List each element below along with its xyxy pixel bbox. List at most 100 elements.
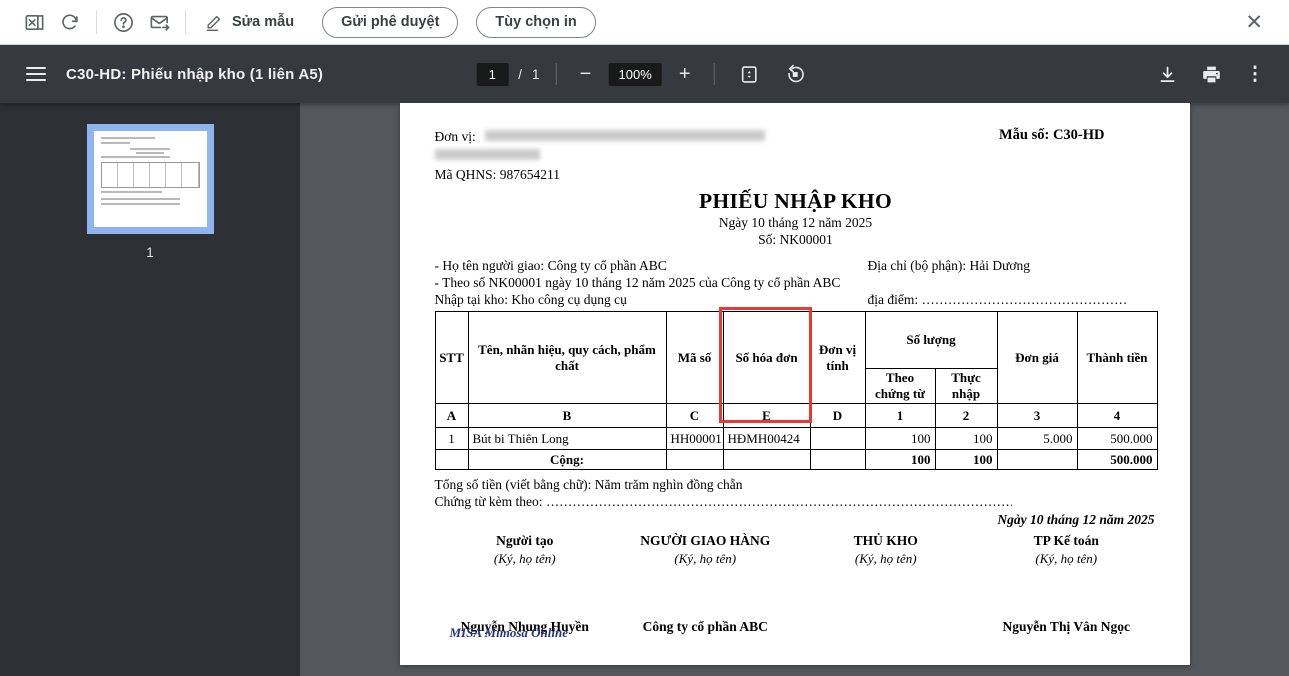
pdf-viewport: Đơn vị: Mẫu số: C30-HD Mã QHNS: 98765421… [300,103,1289,676]
col-header-name: Tên, nhãn hiệu, quy cách, phẩm chất [468,312,666,404]
help-icon [112,11,135,34]
toolbar-divider [714,63,715,85]
document-number: Số: NK00001 [435,232,1157,248]
col-header-stt: STT [435,312,468,404]
cell-stt: 1 [435,428,468,450]
printer-icon [1201,64,1222,85]
print-button[interactable] [1193,56,1229,92]
col-header-unit: Đơn vị tính [810,312,865,404]
page-thumbnail[interactable] [87,124,214,234]
cell-invoice-no: HĐMH00424 [723,428,810,450]
close-icon: ✕ [1245,11,1263,34]
cell-qty-doc: 100 [865,428,935,450]
col-header-amount: Thành tiền [1077,312,1157,404]
unit-label: Đơn vị: [435,129,476,144]
location-label: địa điểm: [868,291,919,308]
app-watermark: MISA Mimosa Online [450,625,569,641]
page-controls: / 1 − 100% + [476,56,813,92]
qhns-code: Mã QHNS: 987654211 [435,167,1157,183]
pencil-icon [204,12,224,32]
edit-template-button[interactable]: Sửa mẫu [194,12,304,32]
page-total: 1 [532,67,540,82]
thumbnail-sidebar: 1 [0,103,300,676]
form-number: Mẫu số: C30-HD [999,127,1105,165]
total-row: Cộng: 100 100 500.000 [435,450,1157,470]
app-toolbar: Sửa mẫu Gửi phê duyệt Tùy chọn in ✕ [0,0,1289,45]
minus-icon: − [580,63,592,85]
plus-icon: + [679,63,691,85]
rotate-button[interactable] [777,56,813,92]
thumbnail-page-number: 1 [146,245,154,260]
cell-item-code: HH00001 [666,428,723,450]
signer-title-storekeeper: THỦ KHO [796,533,977,549]
pdf-toolbar-actions: ⋮ [1149,56,1289,92]
total-qty-doc: 100 [865,450,935,470]
attached-docs-dotted-line: ........................................… [547,493,1012,510]
menu-button[interactable] [26,67,46,81]
total-label: Cộng: [468,450,666,470]
help-button[interactable] [105,4,141,40]
total-amount: 500.000 [1077,450,1157,470]
toolbar-divider [96,10,97,34]
toolbar-divider [185,10,186,34]
col-header-price: Đơn giá [997,312,1077,404]
send-approval-button[interactable]: Gửi phê duyệt [322,7,458,38]
pdf-viewer-toolbar: C30-HD: Phiếu nhập kho (1 liên A5) / 1 −… [0,45,1289,103]
refresh-icon [59,11,81,33]
total-qty-actual: 100 [935,450,997,470]
document-date: Ngày 10 tháng 12 năm 2025 [435,215,1157,231]
hamburger-icon [26,67,46,69]
col-header-qty-actual: Thực nhập [935,369,997,404]
column-code-row: A B C E D 1 2 3 4 [435,404,1157,428]
deliverer-line: - Họ tên người giao: Công ty cổ phần ABC [435,257,868,274]
col-header-code: Mã số [666,312,723,404]
more-options-button[interactable]: ⋮ [1237,56,1273,92]
excel-export-icon [23,11,46,34]
document-page: Đơn vị: Mẫu số: C30-HD Mã QHNS: 98765421… [400,103,1190,665]
unit-block: Đơn vị: [435,127,766,165]
signer-name-chief-accountant: Nguyễn Thị Vân Ngọc [976,619,1157,635]
warehouse-line: Nhập tại kho: Kho công cụ dụng cụ [435,291,868,308]
redacted-company-name-line2 [435,149,540,160]
col-header-invoice: Số hóa đơn [723,312,810,404]
signer-name-deliverer: Công ty cổ phần ABC [615,619,796,635]
refresh-button[interactable] [52,4,88,40]
page-number-input[interactable] [476,63,508,86]
signer-title-deliverer: NGƯỜI GIAO HÀNG [615,533,796,549]
document-heading: PHIẾU NHẬP KHO [435,189,1157,214]
col-header-qty-doc: Theo chứng từ [865,369,935,404]
zoom-out-button[interactable]: − [573,63,599,86]
items-table: STT Tên, nhãn hiệu, quy cách, phẩm chất … [435,311,1158,470]
edit-template-label: Sửa mẫu [232,14,294,30]
download-button[interactable] [1149,56,1185,92]
redacted-company-name [485,130,765,141]
fit-page-icon [738,64,759,85]
signer-title-creator: Người tạo [435,533,616,549]
address-line: Địa chỉ (bộ phận): Hải Dương [868,257,1031,274]
page-separator: / [518,67,522,82]
zoom-level[interactable]: 100% [609,63,662,86]
thumbnail-page-preview [94,131,207,227]
close-button[interactable]: ✕ [1235,6,1273,39]
mail-send-icon [148,11,171,34]
location-dotted-line: ........................................… [922,291,1127,308]
send-email-button[interactable] [141,4,177,40]
cell-unit-price: 5.000 [997,428,1077,450]
cell-qty-actual: 100 [935,428,997,450]
document-title: C30-HD: Phiếu nhập kho (1 liên A5) [66,66,323,83]
toolbar-divider [556,63,557,85]
signature-titles: Người tạo (Ký, họ tên) NGƯỜI GIAO HÀNG (… [435,533,1157,567]
rotate-icon [784,64,805,85]
col-header-quantity: Số lượng [865,312,997,369]
print-options-button[interactable]: Tùy chọn in [476,7,595,38]
zoom-in-button[interactable]: + [672,63,698,86]
cell-amount: 500.000 [1077,428,1157,450]
reference-line: - Theo số NK00001 ngày 10 tháng 12 năm 2… [435,274,1157,291]
item-row: 1 Bút bi Thiên Long HH00001 HĐMH00424 10… [435,428,1157,450]
signer-title-chief-accountant: TP Kế toán [976,533,1157,549]
fit-to-page-button[interactable] [731,56,767,92]
export-excel-button[interactable] [16,4,52,40]
signature-date: Ngày 10 tháng 12 năm 2025 [435,512,1157,528]
download-icon [1157,64,1178,85]
vertical-ellipsis-icon: ⋮ [1246,63,1265,86]
